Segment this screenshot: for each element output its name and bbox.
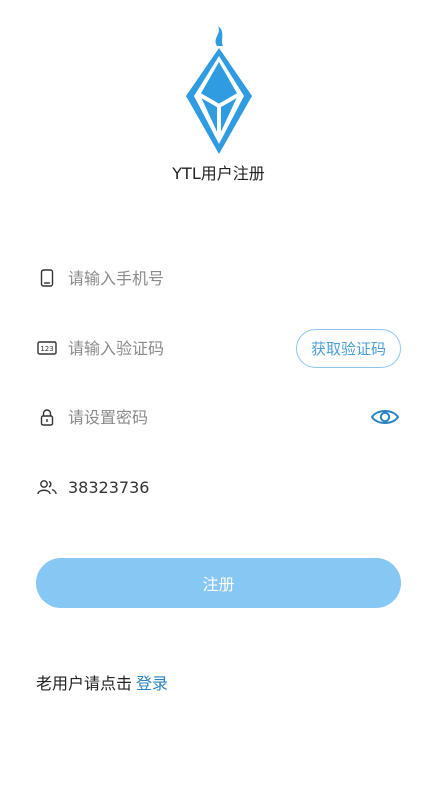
register-button[interactable]: 注册	[36, 558, 401, 608]
eye-icon[interactable]	[369, 406, 401, 428]
invite-code-input[interactable]	[68, 477, 401, 497]
login-prompt: 老用户请点击 登录	[36, 670, 168, 694]
get-code-button[interactable]: 获取验证码	[295, 328, 401, 368]
phone-input[interactable]	[68, 268, 401, 288]
phone-row	[36, 257, 401, 299]
verification-code-icon: 123	[36, 337, 58, 359]
crystal-logo-icon	[185, 26, 252, 154]
lock-icon	[36, 406, 58, 428]
code-row: 123 获取验证码	[36, 327, 401, 369]
svg-text:123: 123	[40, 345, 53, 353]
mobile-phone-icon	[36, 267, 58, 289]
invite-row	[36, 466, 401, 508]
logo-container	[0, 16, 437, 156]
password-input[interactable]	[68, 407, 369, 427]
login-link[interactable]: 登录	[136, 674, 168, 693]
login-prompt-text: 老用户请点击	[36, 674, 133, 693]
users-icon	[36, 476, 58, 498]
password-row	[36, 396, 401, 438]
code-input[interactable]	[68, 338, 248, 358]
page-title: YTL用户注册	[172, 164, 265, 183]
